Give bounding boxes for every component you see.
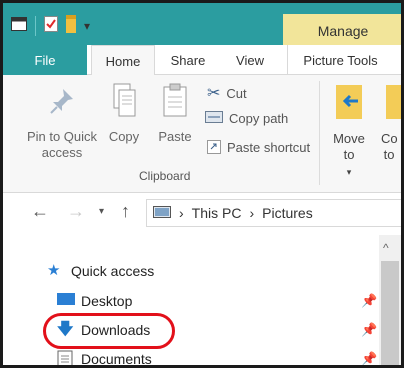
quick-access-toolbar: ▾ [11, 15, 90, 36]
ribbon-home: Pin to Quick access Copy Paste ✂ Cut Cop… [3, 75, 401, 193]
move-to-icon [334, 85, 364, 124]
copy-to-label: Co to [381, 131, 398, 162]
download-arrow-icon: 🡇 [57, 321, 74, 338]
forward-arrow-icon[interactable]: → [67, 201, 85, 222]
breadcrumb-pictures[interactable]: Pictures [262, 205, 313, 221]
copy-path-label: Copy path [229, 111, 289, 126]
recent-locations-icon[interactable]: ▾ [99, 206, 104, 217]
paste-shortcut-icon [207, 138, 221, 157]
tab-home[interactable]: Home [91, 45, 155, 76]
move-to-dropdown-icon: ▾ [346, 167, 352, 177]
desktop-icon [57, 292, 75, 310]
cut-label: Cut [226, 85, 247, 101]
copy-path-button[interactable]: Copy path [205, 111, 288, 126]
tab-view[interactable]: View [225, 45, 275, 75]
star-icon: ★ [47, 262, 61, 279]
up-arrow-icon[interactable]: ↑ [121, 201, 130, 222]
paste-label: Paste [158, 129, 192, 144]
tab-share[interactable]: Share [163, 45, 213, 75]
copy-to-button[interactable]: Co to [381, 83, 401, 163]
pin-icon[interactable]: 📌 [361, 351, 377, 365]
clipboard-group-label: Clipboard [139, 169, 191, 183]
nav-item-documents[interactable]: Documents [57, 345, 401, 367]
vertical-scrollbar[interactable]: ^ [379, 235, 401, 365]
navigation-pane: ★ Quick access Desktop 📌 🡇 Downloads 📌 D… [3, 235, 401, 367]
nav-item-desktop[interactable]: Desktop [57, 287, 401, 315]
ribbon-group-divider [319, 81, 320, 185]
window-icon[interactable] [11, 17, 27, 34]
title-bar: ▾ Manage [3, 3, 401, 47]
pin-quick-access-label: Pin to Quick access [26, 129, 98, 160]
tab-file[interactable]: File [3, 45, 87, 75]
scroll-up-icon[interactable]: ^ [383, 241, 389, 255]
scissors-icon: ✂ [207, 85, 221, 102]
paste-shortcut-button[interactable]: Paste shortcut [207, 138, 310, 157]
nav-item-downloads[interactable]: 🡇 Downloads [57, 316, 401, 344]
address-bar[interactable]: › This PC › Pictures [146, 199, 401, 227]
scrollbar-thumb[interactable] [381, 261, 399, 365]
toolbar-separator [35, 15, 36, 36]
file-explorer-window: ▾ Manage File Home Share View Picture To… [0, 0, 404, 368]
paste-button[interactable]: Paste [155, 83, 195, 145]
chevron-right-icon: › [179, 205, 184, 221]
copy-to-icon [384, 85, 401, 124]
documents-icon [57, 350, 75, 365]
copy-path-icon [205, 111, 223, 126]
paste-icon [162, 83, 188, 120]
copy-button[interactable]: Copy [107, 83, 141, 145]
move-to-button[interactable]: Move to ▾ [329, 83, 369, 180]
back-arrow-icon[interactable]: ← [31, 201, 49, 222]
tab-manage[interactable]: Manage [283, 14, 401, 47]
copy-icon [112, 83, 136, 120]
breadcrumb-this-pc[interactable]: This PC [192, 205, 242, 221]
copy-label: Copy [108, 129, 140, 144]
ribbon-tabs: File Home Share View Picture Tools [3, 45, 401, 76]
quick-access-label: Quick access [71, 263, 155, 279]
customize-toolbar-icon[interactable]: ▾ [84, 19, 90, 33]
cut-button[interactable]: ✂ Cut [207, 83, 247, 103]
navigation-bar: ← → ▾ ↑ › This PC › Pictures [3, 193, 401, 235]
desktop-label: Desktop [81, 293, 133, 309]
pc-icon [153, 205, 171, 221]
documents-label: Documents [81, 351, 152, 367]
tab-picture-tools[interactable]: Picture Tools [287, 45, 393, 75]
pin-icon [49, 89, 75, 118]
paste-shortcut-label: Paste shortcut [227, 140, 311, 155]
downloads-label: Downloads [81, 322, 151, 338]
move-to-label: Move to [333, 131, 365, 162]
new-folder-icon[interactable] [66, 15, 76, 36]
nav-item-quick-access[interactable]: ★ Quick access [47, 257, 401, 285]
chevron-right-icon: › [249, 205, 255, 221]
pin-icon[interactable]: 📌 [361, 293, 377, 309]
pin-icon[interactable]: 📌 [361, 322, 377, 338]
properties-icon[interactable] [44, 16, 58, 35]
pin-quick-access-button[interactable]: Pin to Quick access [25, 87, 99, 161]
